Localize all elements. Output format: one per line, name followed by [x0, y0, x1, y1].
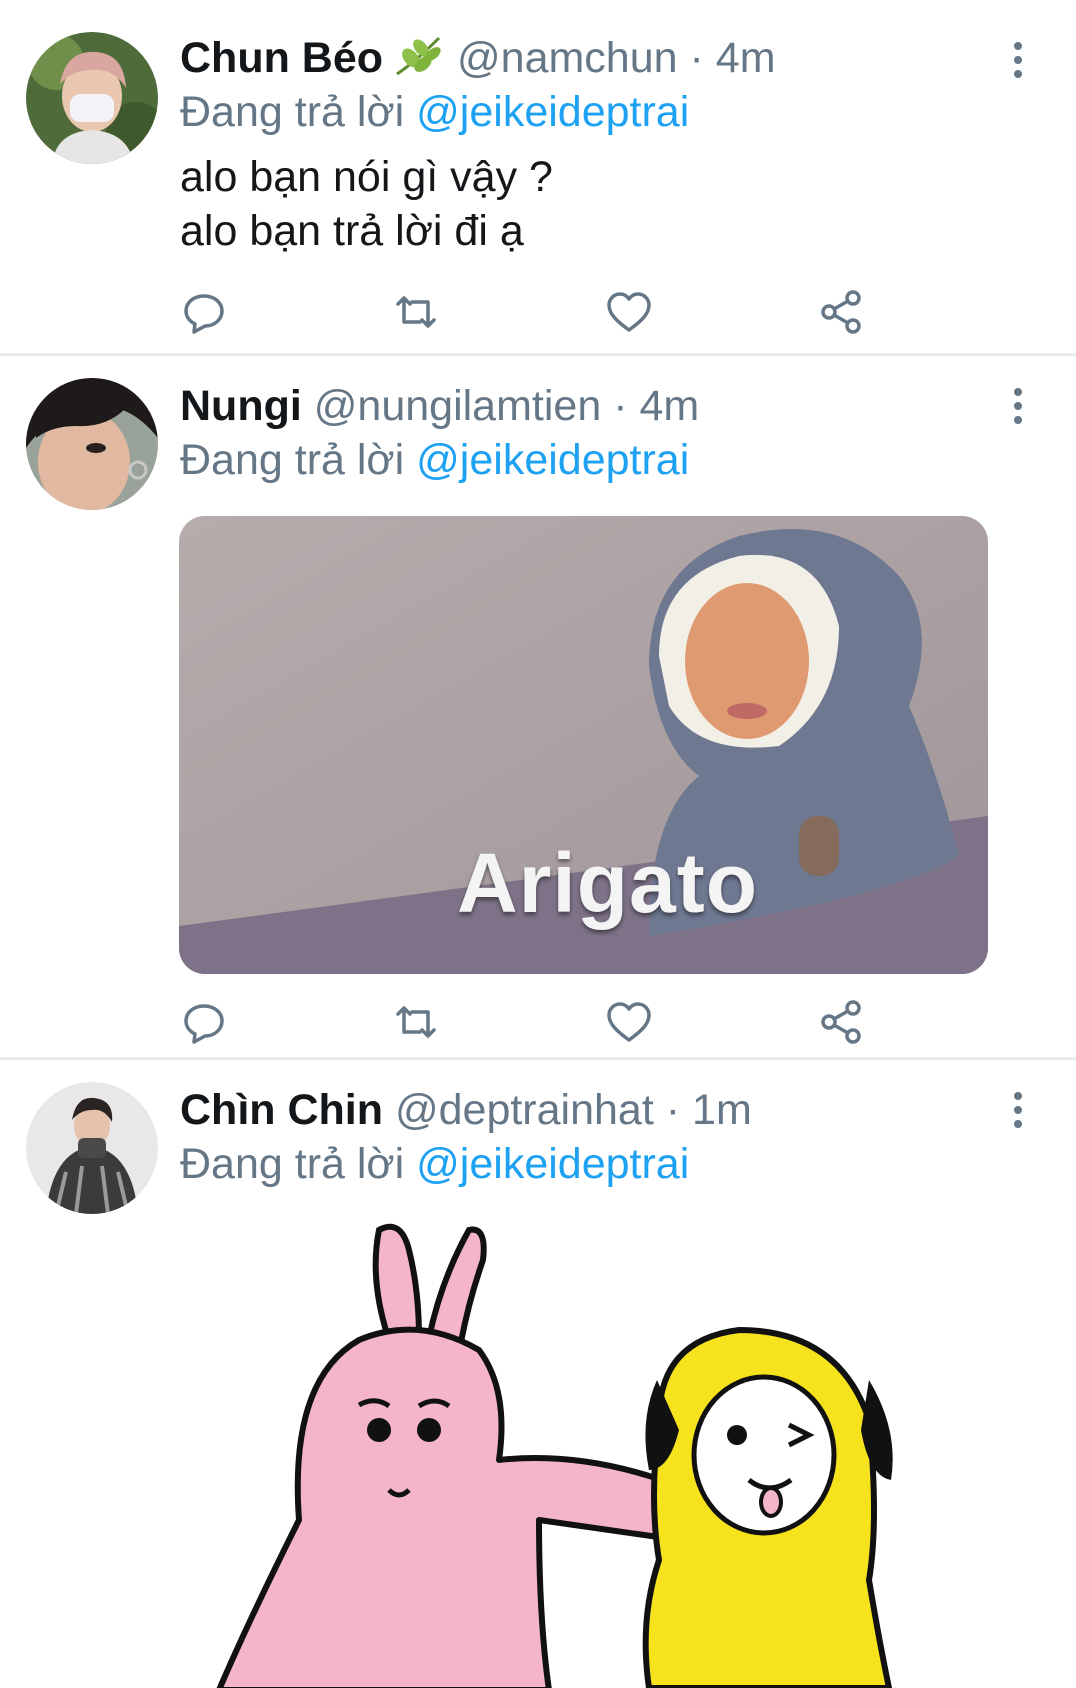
tweet-header: Chun Béo @namchun · 4m	[180, 30, 976, 86]
share-icon[interactable]	[817, 998, 865, 1046]
reply-icon[interactable]	[180, 288, 228, 336]
replying-to-label: Đang trả lời	[180, 1140, 405, 1188]
retweet-icon[interactable]	[392, 288, 440, 336]
avatar[interactable]	[26, 378, 158, 510]
tweet-header: Nungi @nungilamtien · 4m	[180, 378, 976, 434]
tweet-text-line: alo bạn trả lời đi ạ	[180, 207, 524, 255]
tweet-text: alo bạn nói gì vậy ? alo bạn trả lời đi …	[180, 150, 553, 258]
tweet-text-line: alo bạn nói gì vậy ?	[180, 153, 553, 201]
tweet[interactable]: Chun Béo @namchun · 4m Đang trả lời @jei…	[0, 0, 1076, 356]
mention-link[interactable]: @jeikeideptrai	[416, 436, 689, 484]
timestamp[interactable]: 4m	[639, 382, 699, 430]
handle[interactable]: @nungilamtien	[314, 382, 601, 430]
avatar[interactable]	[26, 1082, 158, 1214]
tweet-actions	[180, 998, 880, 1050]
timestamp[interactable]: 1m	[692, 1086, 752, 1134]
dot-separator: ·	[689, 34, 704, 82]
more-options-icon[interactable]	[1010, 1090, 1026, 1130]
retweet-icon[interactable]	[392, 998, 440, 1046]
reply-icon[interactable]	[180, 998, 228, 1046]
more-options-icon[interactable]	[1010, 40, 1026, 80]
handle[interactable]: @namchun	[457, 34, 678, 82]
mention-link[interactable]: @jeikeideptrai	[416, 1140, 689, 1188]
display-name[interactable]: Chun Béo	[180, 34, 383, 82]
like-heart-icon[interactable]	[605, 288, 653, 336]
tweet[interactable]: Chìn Chin @deptrainhat · 1m Đang trả lời…	[0, 1060, 1076, 1688]
mention-link[interactable]: @jeikeideptrai	[416, 88, 689, 136]
replying-to-label: Đang trả lời	[180, 436, 405, 484]
replying-to-label: Đang trả lời	[180, 88, 405, 136]
tweet[interactable]: Nungi @nungilamtien · 4m Đang trả lời @j…	[0, 356, 1076, 1060]
dot-separator: ·	[613, 382, 628, 430]
display-name[interactable]: Nungi	[180, 382, 302, 430]
tweet-media-image[interactable]: Arigato	[179, 516, 988, 974]
handle[interactable]: @deptrainhat	[395, 1086, 654, 1134]
tweet-actions	[180, 288, 880, 340]
share-icon[interactable]	[817, 288, 865, 336]
tweet-header: Chìn Chin @deptrainhat · 1m	[180, 1082, 976, 1138]
avatar[interactable]	[26, 32, 158, 164]
display-name[interactable]: Chìn Chin	[180, 1086, 383, 1134]
tweet-media-image[interactable]	[179, 1220, 988, 1688]
timestamp[interactable]: 4m	[716, 34, 776, 82]
media-caption: Arigato	[457, 836, 758, 930]
leaf-emoji-icon	[391, 32, 445, 78]
dot-separator: ·	[665, 1086, 681, 1134]
replying-to: Đang trả lời @jeikeideptrai	[180, 84, 689, 140]
like-heart-icon[interactable]	[605, 998, 653, 1046]
replying-to: Đang trả lời @jeikeideptrai	[180, 432, 689, 488]
replying-to: Đang trả lời @jeikeideptrai	[180, 1136, 689, 1192]
more-options-icon[interactable]	[1010, 386, 1026, 426]
